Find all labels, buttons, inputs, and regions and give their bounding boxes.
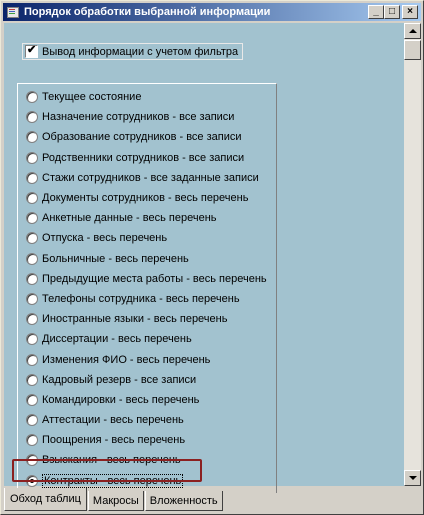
radio-option-label: Больничные - весь перечень: [42, 252, 189, 265]
processing-options-group: Текущее состояние Назначение сотрудников …: [17, 83, 277, 493]
radio-option[interactable]: Отпуска - весь перечень: [26, 228, 276, 248]
radio-option[interactable]: Предыдущие места работы - весь перечень: [26, 269, 276, 289]
radio-option-label: Кадровый резерв - все записи: [42, 373, 197, 386]
radio-button[interactable]: [26, 414, 38, 427]
radio-option[interactable]: Командировки - весь перечень: [26, 390, 276, 410]
radio-button[interactable]: [26, 353, 38, 366]
document-list-icon: [6, 5, 20, 19]
radio-option-label: Командировки - весь перечень: [42, 393, 200, 406]
radio-option[interactable]: Стажи сотрудников - все заданные записи: [26, 168, 276, 188]
minimize-button[interactable]: _: [368, 5, 384, 19]
maximize-button[interactable]: □: [384, 5, 400, 19]
radio-option[interactable]: Больничные - весь перечень: [26, 249, 276, 269]
radio-button[interactable]: [26, 151, 38, 164]
radio-button[interactable]: [26, 373, 38, 386]
radio-button[interactable]: [26, 232, 38, 245]
radio-list: Текущее состояние Назначение сотрудников …: [26, 87, 276, 491]
radio-option[interactable]: Иностранные языки - весь перечень: [26, 309, 276, 329]
tab-1[interactable]: Макросы: [87, 491, 144, 511]
radio-button[interactable]: [26, 292, 38, 305]
scroll-down-button[interactable]: [404, 470, 421, 486]
minimize-icon: _: [373, 6, 379, 17]
radio-option-label: Изменения ФИО - весь перечень: [42, 353, 211, 366]
dialog-window: Порядок обработки выбранной информации _…: [0, 0, 424, 515]
tab-0[interactable]: Обход таблиц: [4, 488, 87, 511]
radio-button[interactable]: [26, 91, 38, 104]
radio-option[interactable]: Образование сотрудников - все записи: [26, 127, 276, 147]
filter-checkbox-label: Вывод информации с учетом фильтра: [42, 45, 239, 58]
filter-checkbox-row[interactable]: ✔ Вывод информации с учетом фильтра: [22, 43, 244, 60]
radio-option[interactable]: Родственники сотрудников - все записи: [26, 148, 276, 168]
arrow-up-icon: [409, 29, 417, 33]
filter-checkbox[interactable]: ✔: [25, 44, 38, 58]
tab-2[interactable]: Вложенность: [144, 491, 223, 511]
checkmark-icon: ✔: [27, 44, 37, 56]
close-icon: ×: [407, 6, 413, 17]
title-bar[interactable]: Порядок обработки выбранной информации _…: [3, 3, 421, 21]
radio-option[interactable]: Анкетные данные - весь перечень: [26, 208, 276, 228]
radio-option[interactable]: Изменения ФИО - весь перечень: [26, 349, 276, 369]
radio-button[interactable]: [26, 434, 38, 447]
radio-option-label: Анкетные данные - весь перечень: [42, 212, 217, 225]
radio-option-label: Предыдущие места работы - весь перечень: [42, 272, 267, 285]
arrow-down-icon: [409, 476, 417, 480]
window-title: Порядок обработки выбранной информации: [24, 6, 271, 18]
maximize-icon: □: [388, 6, 396, 17]
title-buttons: _ □ ×: [368, 5, 418, 19]
close-button[interactable]: ×: [402, 5, 418, 19]
radio-button[interactable]: [26, 131, 38, 144]
radio-button[interactable]: [26, 252, 38, 265]
tab-strip: Обход таблиц Макросы Вложенность: [4, 488, 224, 511]
radio-option[interactable]: Аттестации - весь перечень: [26, 410, 276, 430]
radio-option-label: Образование сотрудников - все записи: [42, 131, 242, 144]
radio-option[interactable]: Диссертации - весь перечень: [26, 329, 276, 349]
radio-option-label: Назначение сотрудников - все записи: [42, 111, 235, 124]
radio-option[interactable]: Поощрения - весь перечень: [26, 430, 276, 450]
radio-button[interactable]: [26, 393, 38, 406]
radio-option[interactable]: Документы сотрудников - весь перечень: [26, 188, 276, 208]
radio-option-label: Документы сотрудников - весь перечень: [42, 192, 249, 205]
content-panel: ✔ Вывод информации с учетом фильтра Теку…: [4, 23, 404, 493]
radio-option-label: Телефоны сотрудника - весь перечень: [42, 292, 240, 305]
radio-option[interactable]: Текущее состояние: [26, 87, 276, 107]
radio-button[interactable]: [26, 333, 38, 346]
radio-button[interactable]: [26, 111, 38, 124]
radio-option-label: Диссертации - весь перечень: [42, 333, 192, 346]
radio-option-label: Отпуска - весь перечень: [42, 232, 168, 245]
radio-button[interactable]: [26, 171, 38, 184]
radio-button[interactable]: [26, 313, 38, 326]
radio-option-label: Поощрения - весь перечень: [42, 434, 186, 447]
radio-option[interactable]: Кадровый резерв - все записи: [26, 370, 276, 390]
scroll-thumb[interactable]: [404, 40, 421, 60]
radio-option-label: Текущее состояние: [42, 91, 142, 104]
vertical-scrollbar[interactable]: [404, 23, 421, 486]
radio-option-label: Аттестации - весь перечень: [42, 414, 184, 427]
radio-button[interactable]: [26, 272, 38, 285]
radio-option-label: Родственники сотрудников - все записи: [42, 151, 245, 164]
radio-option[interactable]: Телефоны сотрудника - весь перечень: [26, 289, 276, 309]
scroll-up-button[interactable]: [404, 23, 421, 39]
radio-option[interactable]: Назначение сотрудников - все записи: [26, 107, 276, 127]
radio-option-label: Стажи сотрудников - все заданные записи: [42, 171, 259, 184]
radio-button[interactable]: [26, 192, 38, 205]
radio-button[interactable]: [26, 212, 38, 225]
radio-option-label: Иностранные языки - весь перечень: [42, 313, 228, 326]
selection-highlight-frame: [12, 459, 202, 482]
